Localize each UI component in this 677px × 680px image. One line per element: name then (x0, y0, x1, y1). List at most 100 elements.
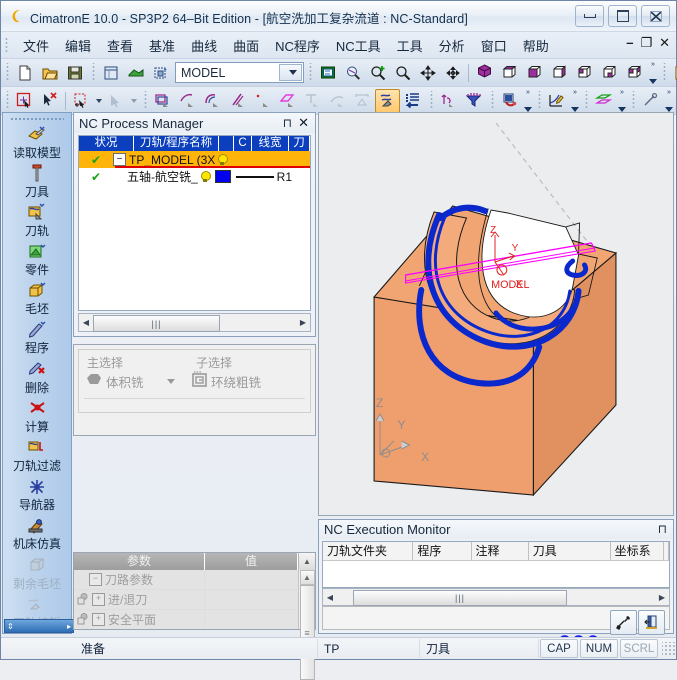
chevron-down-icon[interactable] (167, 379, 175, 384)
open-file-icon[interactable] (37, 61, 62, 85)
surface-op-4-icon[interactable] (225, 89, 250, 113)
row-expander-icon[interactable]: − (113, 153, 126, 166)
sidebar-item-toolpath[interactable]: 刀轨 (4, 202, 70, 240)
scroll-thumb[interactable]: ||| (93, 315, 220, 332)
3d-viewport[interactable]: Z Y X MODEL Z Y X (318, 112, 674, 516)
surface-op-8-icon[interactable] (325, 89, 350, 113)
exec-col-program[interactable]: 程序 (413, 542, 471, 560)
close-button[interactable] (641, 5, 670, 27)
render-shade-icon[interactable] (669, 61, 677, 85)
sidebar-item-program[interactable]: 程序 (4, 319, 70, 357)
sidebar-item-machine-simulation[interactable]: 机床仿真 (4, 515, 70, 553)
deselect-icon[interactable] (37, 89, 62, 113)
sub-selection-value-group[interactable]: 环绕粗铣 (191, 371, 261, 391)
resize-grip-icon[interactable] (662, 642, 676, 656)
sidebar-item-stock[interactable]: 毛坯 (4, 280, 70, 318)
view-front-icon[interactable] (522, 61, 547, 85)
sidebar-item-navigator[interactable]: 导航器 (4, 476, 70, 514)
table-row[interactable]: + 安全平面 (74, 610, 299, 629)
view-left-icon[interactable] (597, 61, 622, 85)
menu-item-nc-tools[interactable]: NC工具 (328, 34, 389, 57)
sketch-dropdown-icon[interactable]: » (569, 89, 580, 113)
zoom-in-icon[interactable] (365, 61, 390, 85)
param-value-cell[interactable] (205, 590, 299, 609)
surface-op-9-icon[interactable] (350, 89, 375, 113)
axis-transform-icon[interactable] (436, 89, 461, 113)
toolbar-grip-2[interactable] (90, 63, 97, 82)
menu-item-window[interactable]: 窗口 (473, 34, 515, 57)
toolbar2-grip-5[interactable] (536, 91, 543, 110)
param-scroll-up-icon[interactable]: ▲ (298, 553, 315, 570)
menu-item-surface[interactable]: 曲面 (225, 34, 267, 57)
surface-op-3-icon[interactable] (200, 89, 225, 113)
tree-col-status[interactable]: 状况 (79, 136, 134, 151)
table-row[interactable]: − 刀路参数 (74, 570, 299, 590)
scroll-left-icon[interactable]: ◀ (79, 315, 93, 330)
surface-op-6-icon[interactable] (275, 89, 300, 113)
table-row[interactable]: + 进/退刀 (74, 590, 299, 610)
zoom-out-icon[interactable] (390, 61, 415, 85)
fit-screen-icon[interactable] (315, 61, 340, 85)
menu-item-view[interactable]: 查看 (99, 34, 141, 57)
tree-col-c[interactable]: C (234, 136, 252, 151)
param-col-value[interactable]: 值 (205, 553, 298, 570)
measure-icon[interactable] (497, 89, 522, 113)
execution-monitor-grid[interactable]: 刀轨文件夹 程序 注释 刀具 坐标系 (322, 541, 670, 588)
sidebar-item-load-model[interactable]: 读取模型 (4, 124, 70, 162)
execution-horizontal-scrollbar[interactable]: ◀ ||| ▶ (322, 588, 670, 606)
row-color-swatch[interactable] (215, 170, 231, 183)
sidebar-item-toolpath-filter[interactable]: 刀轨过滤 (4, 437, 70, 475)
toolbar2-grip-1[interactable] (4, 91, 11, 110)
menu-grip[interactable] (5, 37, 8, 53)
sidebar-scroll-right-icon[interactable]: ▸ (67, 622, 71, 631)
pick-dropdown-icon[interactable] (129, 90, 139, 112)
pan-icon[interactable] (415, 61, 440, 85)
surface-op-1-icon[interactable] (150, 89, 175, 113)
maximize-button[interactable] (608, 5, 637, 27)
param-expander-icon[interactable]: − (89, 573, 102, 586)
view-right-icon[interactable] (547, 61, 572, 85)
tree-col-blank[interactable] (219, 136, 234, 151)
row-status-check-icon[interactable]: ✔ (79, 154, 113, 166)
scroll-thumb[interactable]: ||| (353, 590, 567, 606)
scroll-right-icon[interactable]: ▶ (655, 593, 669, 602)
pin-icon[interactable]: ⊓ (658, 522, 667, 536)
layers-icon[interactable] (591, 89, 616, 113)
nc-list-icon[interactable] (400, 89, 425, 113)
sidebar-scroll-footer[interactable]: ⇕ ▸ (4, 619, 74, 633)
tree-col-tool[interactable]: 刀 (289, 136, 310, 151)
tree-col-linewidth[interactable]: 线宽 (252, 136, 289, 151)
main-selection-value-group[interactable]: 体积铣 (85, 371, 144, 391)
toolbar2-grip-3[interactable] (428, 91, 435, 110)
surface-op-2-icon[interactable] (175, 89, 200, 113)
exec-col-tool[interactable]: 刀具 (529, 542, 611, 560)
rotate-icon[interactable] (440, 61, 465, 85)
row-visibility-bulb-icon[interactable] (201, 171, 210, 182)
param-expander-icon[interactable]: + (92, 613, 105, 626)
menu-item-help[interactable]: 帮助 (515, 34, 557, 57)
param-value-cell[interactable] (205, 610, 299, 629)
zoom-window-icon[interactable] (340, 61, 365, 85)
row-visibility-bulb-icon[interactable] (218, 154, 227, 165)
viewport-canvas[interactable]: Z Y X MODEL Z Y X (321, 115, 671, 513)
minimize-button[interactable] (575, 5, 604, 27)
param-expander-icon[interactable]: + (92, 593, 105, 606)
param-col-name[interactable]: 参数 (74, 553, 205, 570)
menu-item-curve[interactable]: 曲线 (183, 34, 225, 57)
sidebar-item-delete[interactable]: 删除 (4, 359, 70, 397)
scroll-thumb[interactable]: ≡ (300, 585, 315, 680)
model-window-icon[interactable] (98, 61, 123, 85)
parameter-grid-scrollbar[interactable]: ▲ ≡ ▼ (298, 570, 315, 629)
sidebar-item-rest-stock[interactable]: 剩余毛坯 (4, 555, 70, 593)
sketch-icon[interactable] (544, 89, 569, 113)
nc-process-manager-icon[interactable] (375, 89, 400, 113)
mdi-minimize-button[interactable]: – (626, 36, 633, 50)
exec-col-folder[interactable]: 刀轨文件夹 (323, 542, 413, 560)
toolbar-grip-1[interactable] (4, 63, 11, 82)
toolpath-tree[interactable]: 状况 刀轨/程序名称 C 线宽 刀 ✔ − TP_MODEL (3X ✔ 五轴 (78, 135, 311, 311)
view-iso-icon[interactable] (472, 61, 497, 85)
save-file-icon[interactable] (62, 61, 87, 85)
datum-line-dropdown-icon[interactable]: » (663, 89, 674, 113)
measure-dropdown-icon[interactable]: » (522, 89, 533, 113)
table-row[interactable]: ✔ 五轴-航空铣_ R1 (79, 168, 310, 185)
